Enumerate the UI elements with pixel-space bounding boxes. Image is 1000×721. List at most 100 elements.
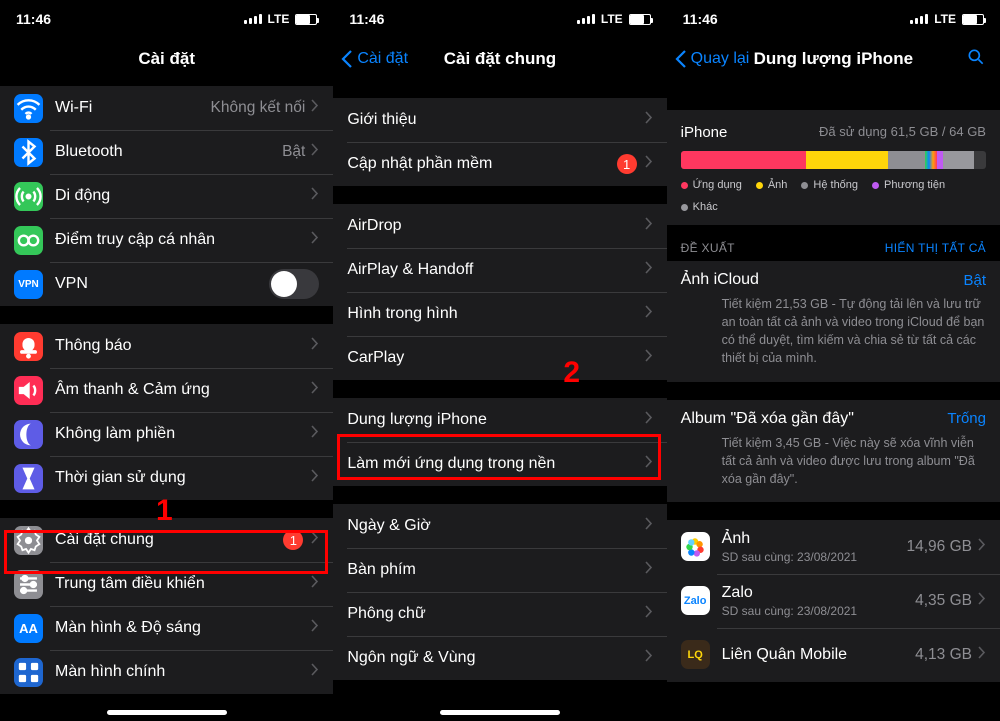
back-button[interactable]: Quay lại [675, 50, 750, 68]
chevron-right-icon [311, 187, 319, 205]
hotspot-icon [14, 226, 43, 255]
status-bar: 11:46 LTE [667, 0, 1000, 38]
row-hotspot[interactable]: Điểm truy cập cá nhân [0, 218, 333, 262]
show-all-link[interactable]: HIỂN THỊ TẤT CẢ [885, 241, 986, 255]
storage-used-text: Đã sử dụng 61,5 GB / 64 GB [819, 124, 986, 141]
row-value: Không kết nối [211, 99, 306, 117]
screen-storage: 11:46 LTE Quay lại Dung lượng iPhone iPh… [667, 0, 1000, 721]
row-sounds[interactable]: Âm thanh & Cảm ứng [0, 368, 333, 412]
chevron-right-icon [645, 111, 653, 129]
chevron-right-icon [645, 649, 653, 667]
row-language[interactable]: Ngôn ngữ & Vùng [333, 636, 666, 680]
chevron-right-icon [311, 619, 319, 637]
chevron-right-icon [645, 217, 653, 235]
chevron-right-icon [311, 425, 319, 443]
row-pip[interactable]: Hình trong hình [333, 292, 666, 336]
row-carplay[interactable]: CarPlay [333, 336, 666, 380]
chevron-right-icon [645, 517, 653, 535]
page-title: Dung lượng iPhone [754, 49, 913, 69]
zalo-app-icon: Zalo [681, 586, 710, 615]
row-vpn[interactable]: VPN VPN [0, 262, 333, 306]
back-button[interactable]: Cài đặt [341, 50, 408, 68]
row-bluetooth[interactable]: Bluetooth Bật [0, 130, 333, 174]
chevron-right-icon [311, 231, 319, 249]
moon-icon [14, 420, 43, 449]
chevron-right-icon [311, 143, 319, 161]
nav-header: Cài đặt Cài đặt chung [333, 38, 666, 80]
status-time: 11:46 [349, 11, 384, 27]
page-title: Cài đặt [138, 49, 195, 69]
app-row-photos[interactable]: Ảnh SD sau cùng: 23/08/2021 14,96 GB [667, 520, 1000, 574]
recommendation-icloud-photos[interactable]: Ảnh iCloud Bật Tiết kiệm 21,53 GB - Tự đ… [667, 261, 1000, 382]
row-display[interactable]: AA Màn hình & Độ sáng [0, 606, 333, 650]
row-airplay[interactable]: AirPlay & Handoff [333, 248, 666, 292]
chevron-right-icon [311, 575, 319, 593]
empty-link[interactable]: Trống [947, 410, 986, 427]
update-badge: 1 [283, 530, 303, 550]
display-icon: AA [14, 614, 43, 643]
nav-header: Cài đặt [0, 38, 333, 80]
vpn-icon: VPN [14, 270, 43, 299]
chevron-right-icon [645, 455, 653, 473]
row-dnd[interactable]: Không làm phiền [0, 412, 333, 456]
chevron-right-icon [645, 411, 653, 429]
vpn-toggle[interactable] [269, 269, 319, 299]
storage-legend: Ứng dụng Ảnh Hệ thống Phương tiện Khác [667, 179, 1000, 225]
battery-icon [295, 14, 317, 25]
app-row-lienquan[interactable]: LQ Liên Quân Mobile 4,13 GB [667, 628, 1000, 682]
update-badge: 1 [617, 154, 637, 174]
chevron-right-icon [645, 561, 653, 579]
row-keyboard[interactable]: Bàn phím [333, 548, 666, 592]
row-date-time[interactable]: Ngày & Giờ [333, 504, 666, 548]
row-about[interactable]: Giới thiệu [333, 98, 666, 142]
page-title: Cài đặt chung [444, 49, 556, 69]
row-notifications[interactable]: Thông báo [0, 324, 333, 368]
gear-icon [14, 526, 43, 555]
sliders-icon [14, 570, 43, 599]
storage-header: iPhone Đã sử dụng 61,5 GB / 64 GB [667, 110, 1000, 147]
photos-app-icon [681, 532, 710, 561]
chevron-right-icon [311, 99, 319, 117]
row-general[interactable]: Cài đặt chung 1 [0, 518, 333, 562]
row-label: Wi-Fi [55, 99, 211, 117]
app-row-zalo[interactable]: Zalo Zalo SD sau cùng: 23/08/2021 4,35 G… [667, 574, 1000, 628]
signal-icon [244, 14, 262, 24]
row-screentime[interactable]: Thời gian sử dụng [0, 456, 333, 500]
chevron-right-icon [978, 646, 986, 664]
sound-icon [14, 376, 43, 405]
row-airdrop[interactable]: AirDrop [333, 204, 666, 248]
screen-general: 11:46 LTE Cài đặt Cài đặt chung Giới thi… [333, 0, 666, 721]
row-bg-refresh[interactable]: Làm mới ứng dụng trong nền [333, 442, 666, 486]
bell-icon [14, 332, 43, 361]
chevron-right-icon [645, 261, 653, 279]
lq-app-icon: LQ [681, 640, 710, 669]
row-control-center[interactable]: Trung tâm điều khiển [0, 562, 333, 606]
chevron-right-icon [645, 155, 653, 173]
chevron-right-icon [311, 663, 319, 681]
chevron-right-icon [645, 349, 653, 367]
recommendation-recently-deleted[interactable]: Album "Đã xóa gần đây" Trống Tiết kiệm 3… [667, 400, 1000, 502]
row-wifi[interactable]: Wi-Fi Không kết nối [0, 86, 333, 130]
chevron-right-icon [311, 531, 319, 549]
battery-icon [629, 14, 651, 25]
row-iphone-storage[interactable]: Dung lượng iPhone [333, 398, 666, 442]
chevron-right-icon [311, 469, 319, 487]
signal-icon [910, 14, 928, 24]
home-indicator[interactable] [107, 710, 227, 715]
bluetooth-icon [14, 138, 43, 167]
chevron-right-icon [978, 592, 986, 610]
chevron-right-icon [978, 538, 986, 556]
chevron-right-icon [311, 381, 319, 399]
enable-link[interactable]: Bật [963, 272, 986, 289]
network-label: LTE [268, 12, 290, 26]
home-indicator[interactable] [440, 710, 560, 715]
row-software-update[interactable]: Cập nhật phần mềm 1 [333, 142, 666, 186]
search-button[interactable] [966, 47, 986, 72]
storage-bar [681, 151, 986, 169]
status-bar: 11:46 LTE [0, 0, 333, 38]
recommendations-header: ĐỀ XUẤT HIỂN THỊ TẤT CẢ [667, 225, 1000, 261]
row-fonts[interactable]: Phông chữ [333, 592, 666, 636]
row-cellular[interactable]: Di động [0, 174, 333, 218]
wifi-icon [14, 94, 43, 123]
row-homescreen[interactable]: Màn hình chính [0, 650, 333, 694]
